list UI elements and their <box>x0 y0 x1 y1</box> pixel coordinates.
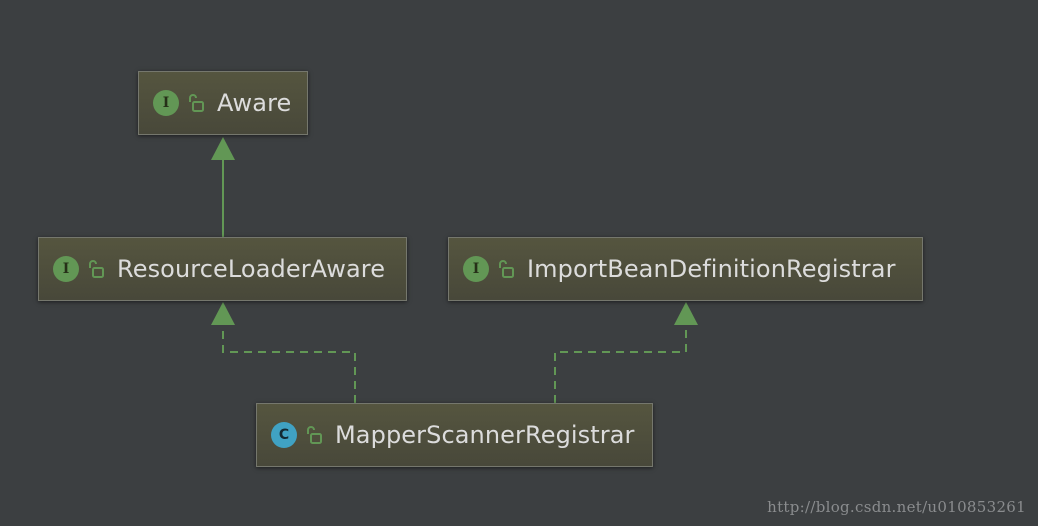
node-importbeandefinitionregistrar[interactable]: I ImportBeanDefinitionRegistrar <box>448 237 923 301</box>
edge-arrowhead-importbeandefinitionregistrar <box>674 302 698 325</box>
watermark-url: http://blog.csdn.net/u010853261 <box>767 498 1026 516</box>
node-label: Aware <box>217 89 292 117</box>
node-label: MapperScannerRegistrar <box>335 421 635 449</box>
interface-badge-icon: I <box>463 256 489 282</box>
unlock-icon <box>307 426 322 444</box>
node-label: ResourceLoaderAware <box>117 255 386 283</box>
edge-arrowhead-resourceloaderaware <box>211 302 235 325</box>
unlock-icon <box>189 94 204 112</box>
node-resourceloaderaware[interactable]: I ResourceLoaderAware <box>38 237 407 301</box>
edge-arrowhead-aware <box>211 137 235 160</box>
edge-mapperscannerregistrar-implements-resourceloaderaware <box>222 325 356 403</box>
unlock-icon <box>89 260 104 278</box>
interface-badge-icon: I <box>53 256 79 282</box>
interface-badge-icon: I <box>153 90 179 116</box>
node-mapperscannerregistrar[interactable]: C MapperScannerRegistrar <box>256 403 653 467</box>
node-aware[interactable]: I Aware <box>138 71 308 135</box>
class-badge-icon: C <box>271 422 297 448</box>
unlock-icon <box>499 260 514 278</box>
edge-mapperscannerregistrar-implements-importbeandefinitionregistrar <box>554 325 687 403</box>
node-label: ImportBeanDefinitionRegistrar <box>527 255 896 283</box>
